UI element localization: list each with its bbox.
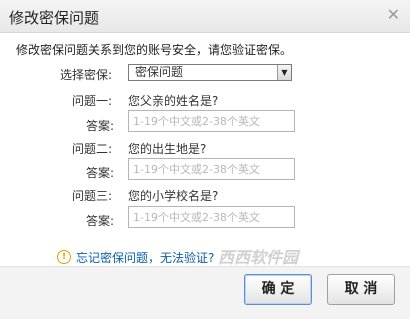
security-type-select[interactable]: 密保问题 ▼ (128, 64, 292, 81)
answer-3-input[interactable] (128, 206, 295, 228)
warning-icon: ! (57, 250, 71, 264)
question-1-label: 问题一: (72, 94, 113, 108)
answer-2-label: 答案: (86, 166, 115, 180)
forgot-question-link[interactable]: 忘记密保问题，无法验证? (76, 249, 214, 266)
answer-1-label: 答案: (86, 119, 115, 133)
confirm-button[interactable]: 确 定 (244, 274, 312, 305)
answer-2-input[interactable] (128, 158, 295, 180)
question-2-text: 您的出生地是? (128, 142, 207, 156)
chevron-down-icon[interactable]: ▼ (277, 65, 291, 80)
close-icon[interactable]: ✕ (387, 6, 400, 24)
intro-text: 修改密保问题关系到您的账号安全，请您验证密保。 (16, 43, 293, 57)
watermark: 西西软件园 (218, 248, 299, 267)
answer-1-input[interactable] (128, 110, 295, 132)
select-value: 密保问题 (135, 65, 184, 79)
question-3-label: 问题三: (72, 189, 113, 203)
dialog-title: 修改密保问题 (9, 9, 100, 27)
answer-3-label: 答案: (86, 214, 115, 228)
cancel-button[interactable]: 取 消 (327, 274, 395, 305)
question-2-label: 问题二: (72, 142, 113, 156)
select-label: 选择密保: (60, 68, 113, 82)
question-3-text: 您的小学校名是? (128, 189, 219, 203)
question-1-text: 您父亲的姓名是? (128, 94, 219, 108)
dialog-titlebar: 修改密保问题 ✕ (0, 0, 410, 33)
